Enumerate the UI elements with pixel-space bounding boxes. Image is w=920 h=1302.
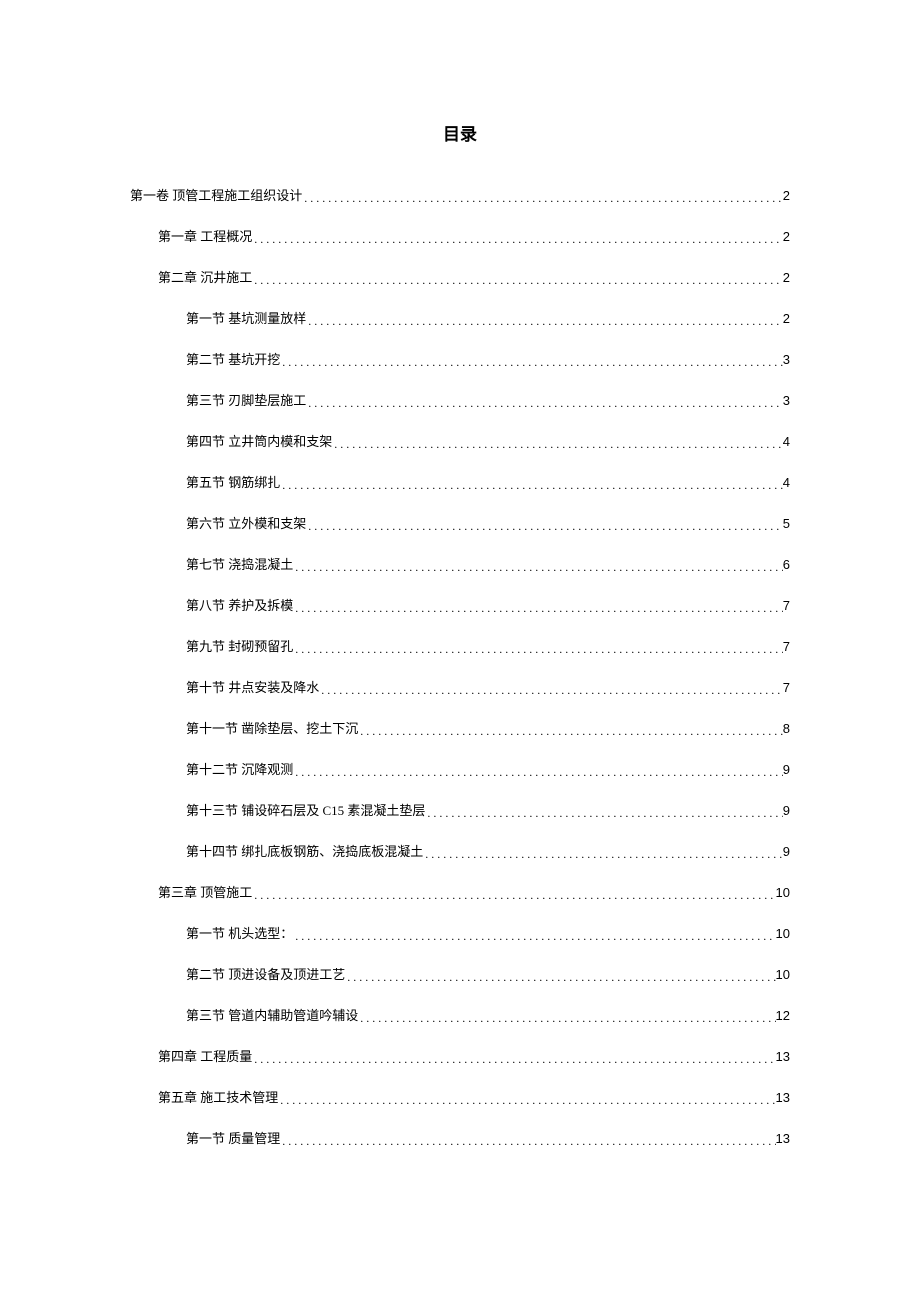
toc-dots: ........................................…	[358, 1011, 775, 1026]
toc-entry-label: 第九节 封砌预留孔	[186, 636, 293, 655]
toc-entry-label: 第四章 工程质量	[158, 1046, 252, 1065]
toc-entry-page: 3	[783, 352, 790, 367]
toc-entry-label: 第三节 管道内辅助管道吟辅设	[186, 1005, 358, 1024]
toc-entry-page: 10	[776, 926, 790, 941]
toc-dots: ........................................…	[280, 1134, 775, 1149]
toc-dots: ........................................…	[423, 847, 783, 862]
toc-entry-page: 10	[776, 885, 790, 900]
toc-container: 第一卷 顶管工程施工组织设计..........................…	[130, 185, 790, 1147]
toc-entry-label: 第八节 养护及拆模	[186, 595, 293, 614]
toc-entry-label: 第二节 基坑开挖	[186, 349, 280, 368]
toc-title: 目录	[130, 120, 790, 145]
toc-entry: 第二节 基坑开挖................................…	[130, 349, 790, 368]
toc-entry-label: 第十四节 绑扎底板钢筋、浇捣底板混凝土	[186, 841, 423, 860]
toc-entry-page: 9	[783, 803, 790, 818]
toc-entry-label: 第一节 基坑测量放样	[186, 308, 306, 327]
toc-entry: 第五节 钢筋绑扎................................…	[130, 472, 790, 491]
toc-entry: 第一节 基坑测量放样..............................…	[130, 308, 790, 327]
toc-entry: 第十二节 沉降观测...............................…	[130, 759, 790, 778]
toc-entry-page: 2	[783, 270, 790, 285]
toc-dots: ........................................…	[319, 683, 783, 698]
toc-entry-label: 第一节 机头选型：	[186, 923, 293, 942]
toc-entry-page: 9	[783, 844, 790, 859]
toc-dots: ........................................…	[293, 765, 783, 780]
toc-entry-page: 4	[783, 434, 790, 449]
toc-entry-label: 第十二节 沉降观测	[186, 759, 293, 778]
toc-entry: 第三章 顶管施工................................…	[130, 882, 790, 901]
toc-dots: ........................................…	[306, 314, 783, 329]
toc-entry-page: 2	[783, 311, 790, 326]
toc-entry: 第一节 质量管理................................…	[130, 1128, 790, 1147]
toc-dots: ........................................…	[293, 929, 775, 944]
toc-entry: 第八节 养护及拆模...............................…	[130, 595, 790, 614]
toc-dots: ........................................…	[293, 642, 783, 657]
toc-dots: ........................................…	[302, 191, 783, 206]
toc-entry-label: 第六节 立外模和支架	[186, 513, 306, 532]
toc-entry: 第九节 封砌预留孔...............................…	[130, 636, 790, 655]
toc-entry: 第五章 施工技术管理..............................…	[130, 1087, 790, 1106]
toc-entry-page: 8	[783, 721, 790, 736]
toc-entry: 第七节 浇捣混凝土...............................…	[130, 554, 790, 573]
toc-entry-label: 第五节 钢筋绑扎	[186, 472, 280, 491]
toc-entry-label: 第三章 顶管施工	[158, 882, 252, 901]
toc-dots: ........................................…	[252, 1052, 775, 1067]
toc-entry-label: 第十一节 凿除垫层、挖土下沉	[186, 718, 358, 737]
toc-entry: 第十节 井点安装及降水.............................…	[130, 677, 790, 696]
toc-entry-page: 12	[776, 1008, 790, 1023]
toc-entry-page: 13	[776, 1131, 790, 1146]
toc-entry-label: 第七节 浇捣混凝土	[186, 554, 293, 573]
toc-dots: ........................................…	[280, 355, 783, 370]
toc-entry-page: 6	[783, 557, 790, 572]
toc-dots: ........................................…	[332, 437, 783, 452]
toc-entry-page: 13	[776, 1090, 790, 1105]
toc-entry-page: 3	[783, 393, 790, 408]
toc-entry-page: 2	[783, 229, 790, 244]
toc-entry-page: 10	[776, 967, 790, 982]
toc-entry-label: 第四节 立井筒内模和支架	[186, 431, 332, 450]
toc-entry-page: 7	[783, 598, 790, 613]
toc-dots: ........................................…	[252, 273, 783, 288]
toc-dots: ........................................…	[306, 396, 783, 411]
toc-entry: 第二节 顶进设备及顶进工艺...........................…	[130, 964, 790, 983]
toc-dots: ........................................…	[252, 888, 775, 903]
toc-entry-label: 第二章 沉井施工	[158, 267, 252, 286]
toc-dots: ........................................…	[345, 970, 775, 985]
toc-dots: ........................................…	[425, 806, 782, 821]
toc-entry: 第三节 管道内辅助管道吟辅设..........................…	[130, 1005, 790, 1024]
toc-dots: ........................................…	[278, 1093, 775, 1108]
toc-entry-label: 第十三节 铺设碎石层及 C15 素混凝土垫层	[186, 800, 425, 819]
toc-dots: ........................................…	[280, 478, 783, 493]
toc-entry: 第十四节 绑扎底板钢筋、浇捣底板混凝土.....................…	[130, 841, 790, 860]
toc-entry: 第二章 沉井施工................................…	[130, 267, 790, 286]
toc-entry-label: 第二节 顶进设备及顶进工艺	[186, 964, 345, 983]
toc-entry: 第一节 机头选型：...............................…	[130, 923, 790, 942]
toc-dots: ........................................…	[293, 601, 783, 616]
toc-dots: ........................................…	[306, 519, 783, 534]
toc-dots: ........................................…	[252, 232, 783, 247]
toc-entry-page: 4	[783, 475, 790, 490]
toc-entry-label: 第一章 工程概况	[158, 226, 252, 245]
toc-entry-page: 5	[783, 516, 790, 531]
toc-entry: 第六节 立外模和支架..............................…	[130, 513, 790, 532]
toc-entry: 第四章 工程质量................................…	[130, 1046, 790, 1065]
toc-entry-page: 9	[783, 762, 790, 777]
toc-entry-label: 第一卷 顶管工程施工组织设计	[130, 185, 302, 204]
toc-entry-page: 2	[783, 188, 790, 203]
toc-entry-label: 第十节 井点安装及降水	[186, 677, 319, 696]
toc-entry-label: 第三节 刃脚垫层施工	[186, 390, 306, 409]
toc-entry: 第一卷 顶管工程施工组织设计..........................…	[130, 185, 790, 204]
toc-entry: 第一章 工程概况................................…	[130, 226, 790, 245]
toc-entry-page: 7	[783, 639, 790, 654]
toc-entry: 第十一节 凿除垫层、挖土下沉..........................…	[130, 718, 790, 737]
toc-dots: ........................................…	[358, 724, 783, 739]
toc-entry: 第十三节 铺设碎石层及 C15 素混凝土垫层..................…	[130, 800, 790, 819]
toc-entry-page: 7	[783, 680, 790, 695]
toc-dots: ........................................…	[293, 560, 783, 575]
toc-entry-label: 第一节 质量管理	[186, 1128, 280, 1147]
toc-entry: 第三节 刃脚垫层施工..............................…	[130, 390, 790, 409]
toc-entry-label: 第五章 施工技术管理	[158, 1087, 278, 1106]
toc-entry: 第四节 立井筒内模和支架............................…	[130, 431, 790, 450]
toc-entry-page: 13	[776, 1049, 790, 1064]
